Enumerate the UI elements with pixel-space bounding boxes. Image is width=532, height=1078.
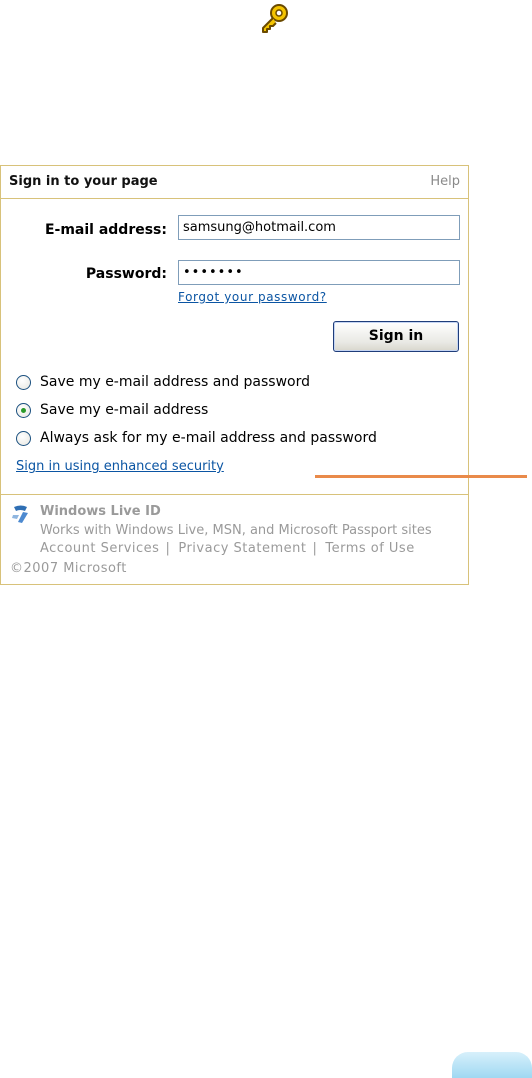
help-link[interactable]: Help (430, 174, 460, 189)
radio-button[interactable] (16, 374, 31, 390)
password-input[interactable] (178, 260, 460, 285)
panel-title: Sign in to your page (9, 174, 158, 189)
windows-live-description: Works with Windows Live, MSN, and Micros… (40, 523, 432, 538)
windows-live-id-icon (12, 505, 28, 523)
separator: | (165, 541, 171, 556)
enhanced-security-link[interactable]: Sign in using enhanced security (16, 459, 224, 474)
option-save-email[interactable]: Save my e-mail address (16, 400, 208, 420)
panel-header: Sign in to your page Help (1, 166, 468, 199)
footer-links: Account Services | Privacy Statement | Terms… (40, 541, 415, 556)
option-always-ask[interactable]: Always ask for my e-mail address and pas… (16, 428, 377, 448)
email-input[interactable] (178, 215, 460, 240)
panel-footer: Windows Live ID Works with Windows Live,… (1, 494, 468, 584)
forgot-password-link[interactable]: Forgot your password? (178, 290, 327, 304)
sign-in-button[interactable]: Sign in (333, 321, 459, 352)
option-label: Save my e-mail address and password (40, 374, 311, 390)
sign-in-panel: Sign in to your page Help E-mail address… (0, 165, 469, 585)
key-icon (262, 4, 288, 33)
option-label: Save my e-mail address (40, 402, 209, 418)
email-label: E-mail address: (44, 222, 167, 238)
account-services-link[interactable]: Account Services (40, 541, 159, 556)
separator: | (312, 541, 318, 556)
privacy-statement-link[interactable]: Privacy Statement (178, 541, 306, 556)
radio-button-selected[interactable] (16, 402, 31, 418)
radio-button[interactable] (16, 430, 31, 446)
page-tab (452, 1052, 532, 1078)
callout-line (315, 475, 527, 478)
terms-of-use-link[interactable]: Terms of Use (325, 541, 414, 556)
password-label: Password: (85, 266, 167, 282)
windows-live-id-brand: Windows Live ID (40, 504, 161, 519)
option-label: Always ask for my e-mail address and pas… (40, 430, 377, 446)
option-save-email-password[interactable]: Save my e-mail address and password (16, 372, 310, 392)
copyright: ©2007 Microsoft (10, 561, 127, 576)
